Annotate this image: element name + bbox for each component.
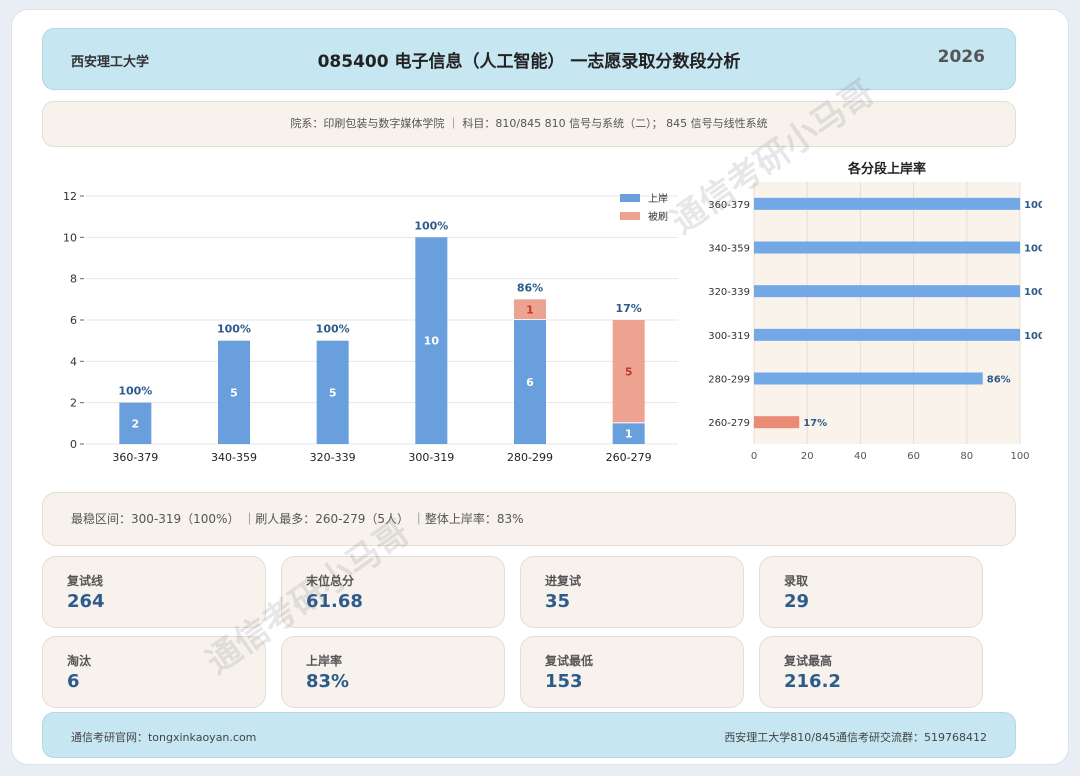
y-tick-label: 4 — [70, 355, 77, 368]
score-segment-stacked-bar-chart: 0 2 4 6 8 10 12 2 100% 360-379 5 100% 340-359 5 100% 32… — [63, 190, 678, 464]
stat-value: 35 — [545, 591, 571, 612]
stat-card-pass-rate: 上岸率 83% — [281, 636, 505, 708]
x-tick-label: 20 — [801, 451, 814, 462]
rate-bar-label: 100% — [1024, 244, 1042, 255]
stat-value: 29 — [784, 591, 810, 612]
y-tick-label: 280-299 — [708, 375, 750, 386]
department-info: 院系：印刷包装与数字媒体学院 ｜ 科目：810/845 810 信号与系统（二）… — [42, 101, 1016, 147]
footer-website: 通信考研官网：tongxinkaoyan.com — [71, 731, 257, 744]
rate-bar — [754, 197, 1020, 210]
y-tick-label: 12 — [63, 190, 77, 203]
stat-value: 264 — [67, 591, 105, 612]
stat-label: 淘汰 — [67, 654, 92, 668]
page-panel: 西安理工大学 085400 电子信息（人工智能） 一志愿录取分数段分析 2026… — [12, 10, 1068, 764]
x-tick-label: 320-339 — [310, 451, 356, 464]
page-title: 085400 电子信息（人工智能） 一志愿录取分数段分析 — [317, 52, 741, 72]
stat-card-admitted: 录取 29 — [759, 556, 983, 628]
x-tick-label: 280-299 — [507, 451, 553, 464]
rate-bar-label: 86% — [987, 375, 1011, 386]
bar-rate-label: 86% — [517, 281, 543, 294]
bar-pass-label: 1 — [625, 428, 633, 441]
rate-bar — [754, 416, 800, 429]
bar-rate-label: 100% — [118, 385, 152, 398]
legend-swatch-pass — [620, 194, 640, 202]
x-tick-label: 300-319 — [408, 451, 454, 464]
bar-pass-label: 2 — [132, 417, 140, 430]
bar-rate-label: 100% — [217, 323, 251, 336]
stat-label: 复试线 — [67, 574, 104, 588]
x-tick-label: 60 — [907, 451, 920, 462]
y-tick-label: 260-279 — [708, 418, 750, 429]
legend-label-fail: 被刷 — [648, 210, 668, 223]
pass-rate-horizontal-bar-chart: 各分段上岸率 0 20 40 60 80 100 100% 360-379 100% 340-359… — [708, 161, 1042, 462]
legend-label-pass: 上岸 — [648, 193, 668, 205]
stat-label: 复试最低 — [545, 654, 594, 668]
stat-card-retest-min: 复试最低 153 — [520, 636, 744, 708]
y-tick-label: 10 — [63, 231, 77, 244]
stat-label: 复试最高 — [784, 654, 833, 668]
x-tick-label: 260-279 — [606, 451, 652, 464]
rate-bar — [754, 241, 1020, 254]
bar-rate-label: 100% — [414, 219, 448, 232]
x-tick-label: 100 — [1010, 451, 1029, 462]
footer-banner: 通信考研官网：tongxinkaoyan.com 西安理工大学810/845通信… — [42, 712, 1016, 758]
rate-bar — [754, 372, 983, 385]
footer-group: 西安理工大学810/845通信考研交流群：519768412 — [724, 731, 987, 744]
bar-rate-label: 17% — [615, 302, 641, 315]
stat-value: 216.2 — [784, 671, 841, 692]
rate-bar — [754, 285, 1020, 298]
y-tick-label: 340-359 — [708, 244, 750, 255]
rate-bar — [754, 328, 1020, 341]
chart-title: 各分段上岸率 — [847, 161, 926, 177]
stat-card-retest-count: 进复试 35 — [520, 556, 744, 628]
rate-bar-label: 100% — [1024, 287, 1042, 298]
stat-value: 6 — [67, 671, 80, 692]
bar-pass-label: 5 — [230, 386, 238, 399]
x-tick-label: 40 — [854, 451, 867, 462]
legend-swatch-fail — [620, 212, 640, 220]
bar-rate-label: 100% — [316, 323, 350, 336]
stat-label: 末位总分 — [306, 574, 355, 588]
header-banner: 西安理工大学 085400 电子信息（人工智能） 一志愿录取分数段分析 2026 — [42, 28, 1016, 90]
y-tick-label: 0 — [70, 438, 77, 451]
y-tick-label: 6 — [70, 314, 77, 327]
y-tick-label: 8 — [70, 273, 77, 286]
bar-fail-label: 5 — [625, 366, 633, 379]
plot-background — [754, 182, 1020, 444]
bar-pass-label: 6 — [526, 376, 534, 389]
stat-card-retest-line: 复试线 264 — [42, 556, 266, 628]
stat-value: 153 — [545, 671, 583, 692]
y-tick-label: 320-339 — [708, 287, 750, 298]
x-tick-label: 80 — [960, 451, 973, 462]
stat-label: 进复试 — [545, 574, 582, 588]
x-tick-label: 340-359 — [211, 451, 257, 464]
stat-value: 61.68 — [306, 591, 363, 612]
stat-value: 83% — [306, 671, 350, 692]
stat-label: 录取 — [784, 574, 809, 588]
y-tick-label: 2 — [70, 397, 77, 410]
rate-bar-label: 100% — [1024, 331, 1042, 342]
y-tick-label: 360-379 — [708, 200, 750, 211]
x-tick-label: 360-379 — [112, 451, 158, 464]
year-label: 2026 — [937, 47, 985, 67]
rate-bar-label: 17% — [803, 418, 827, 429]
bar-fail-label: 1 — [526, 304, 534, 317]
stat-label: 上岸率 — [306, 654, 343, 668]
stat-card-last-total: 末位总分 61.68 — [281, 556, 505, 628]
rate-bar-label: 100% — [1024, 200, 1042, 211]
stat-card-eliminated: 淘汰 6 — [42, 636, 266, 708]
x-tick-label: 0 — [751, 451, 757, 462]
bar-pass-label: 10 — [424, 335, 440, 348]
y-tick-label: 300-319 — [708, 331, 750, 342]
summary-bar: 最稳区间：300-319（100%） ｜刷人最多：260-279（5人） ｜整体… — [42, 492, 1016, 546]
bar-pass-label: 5 — [329, 386, 337, 399]
stat-card-retest-max: 复试最高 216.2 — [759, 636, 983, 708]
